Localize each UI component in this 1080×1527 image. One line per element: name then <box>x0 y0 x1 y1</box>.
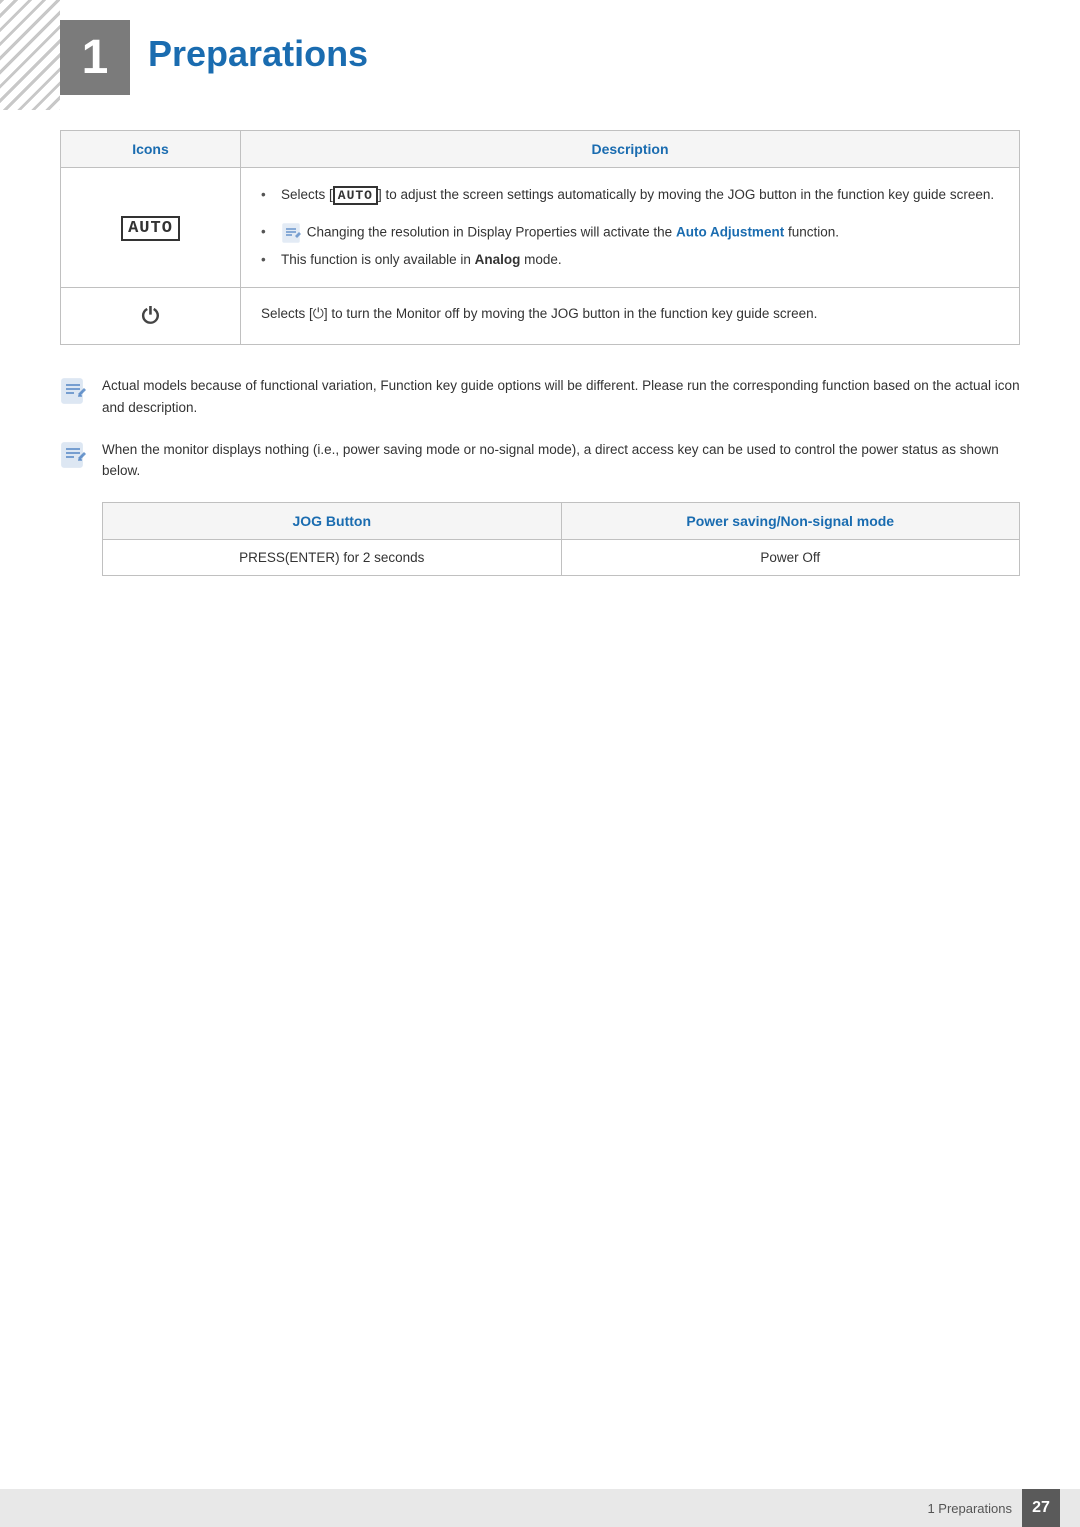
note-icon-inline <box>281 222 303 244</box>
auto-icon: AUTO <box>121 216 180 241</box>
chapter-number: 1 <box>60 20 130 95</box>
note-icon-2 <box>60 441 88 469</box>
auto-desc-item-2: Changing the resolution in Display Prope… <box>261 219 999 247</box>
auto-desc-item-3: This function is only available in Analo… <box>261 247 999 273</box>
power-icon-cell: ⏻ <box>61 287 241 345</box>
power-desc-cell: Selects [⏻] to turn the Monitor off by m… <box>241 287 1020 345</box>
auto-icon-cell: AUTO <box>61 168 241 288</box>
power-description: Selects [⏻] to turn the Monitor off by m… <box>261 302 999 325</box>
jog-col1-header: JOG Button <box>103 502 562 539</box>
auto-bracket-text: AUTO <box>333 186 378 205</box>
power-bracket-icon: ⏻ <box>313 305 324 321</box>
auto-adjustment-text: Auto Adjustment <box>676 224 784 239</box>
footer-page-number: 27 <box>1022 1489 1060 1527</box>
chapter-title: Preparations <box>148 33 368 75</box>
note-text-2: When the monitor displays nothing (i.e.,… <box>102 439 1020 482</box>
table-row-power: ⏻ Selects [⏻] to turn the Monitor off by… <box>61 287 1020 345</box>
jog-col1-value: PRESS(ENTER) for 2 seconds <box>103 539 562 575</box>
col-description-header: Description <box>241 131 1020 168</box>
note-row-2: When the monitor displays nothing (i.e.,… <box>60 439 1020 482</box>
jog-col2-header: Power saving/Non-signal mode <box>561 502 1020 539</box>
notes-section: Actual models because of functional vari… <box>60 375 1020 575</box>
jog-col2-value: Power Off <box>561 539 1020 575</box>
note-icon-wrap-1 <box>60 377 88 408</box>
footer: 1 Preparations 27 <box>0 1489 1080 1527</box>
main-content: Icons Description AUTO Selects [AUTO] to… <box>60 130 1020 576</box>
note-text-1: Actual models because of functional vari… <box>102 375 1020 418</box>
auto-bullet-list: Selects [AUTO] to adjust the screen sett… <box>261 182 999 209</box>
footer-section-label: 1 Preparations <box>927 1501 1012 1516</box>
analog-text: Analog <box>475 252 521 267</box>
inline-note-wrap <box>281 222 303 244</box>
icons-table: Icons Description AUTO Selects [AUTO] to… <box>60 130 1020 345</box>
power-icon: ⏻ <box>142 303 159 328</box>
note-icon-wrap-2 <box>60 441 88 472</box>
col-icons-header: Icons <box>61 131 241 168</box>
top-decoration <box>0 0 60 110</box>
table-row-auto: AUTO Selects [AUTO] to adjust the screen… <box>61 168 1020 288</box>
auto-desc-cell: Selects [AUTO] to adjust the screen sett… <box>241 168 1020 288</box>
auto-desc-item-1: Selects [AUTO] to adjust the screen sett… <box>261 182 999 209</box>
note-row-1: Actual models because of functional vari… <box>60 375 1020 418</box>
auto-bullet-list-2: Changing the resolution in Display Prope… <box>261 219 999 273</box>
jog-table-row: PRESS(ENTER) for 2 seconds Power Off <box>103 539 1020 575</box>
note-icon-1 <box>60 377 88 405</box>
jog-table: JOG Button Power saving/Non-signal mode … <box>102 502 1020 576</box>
